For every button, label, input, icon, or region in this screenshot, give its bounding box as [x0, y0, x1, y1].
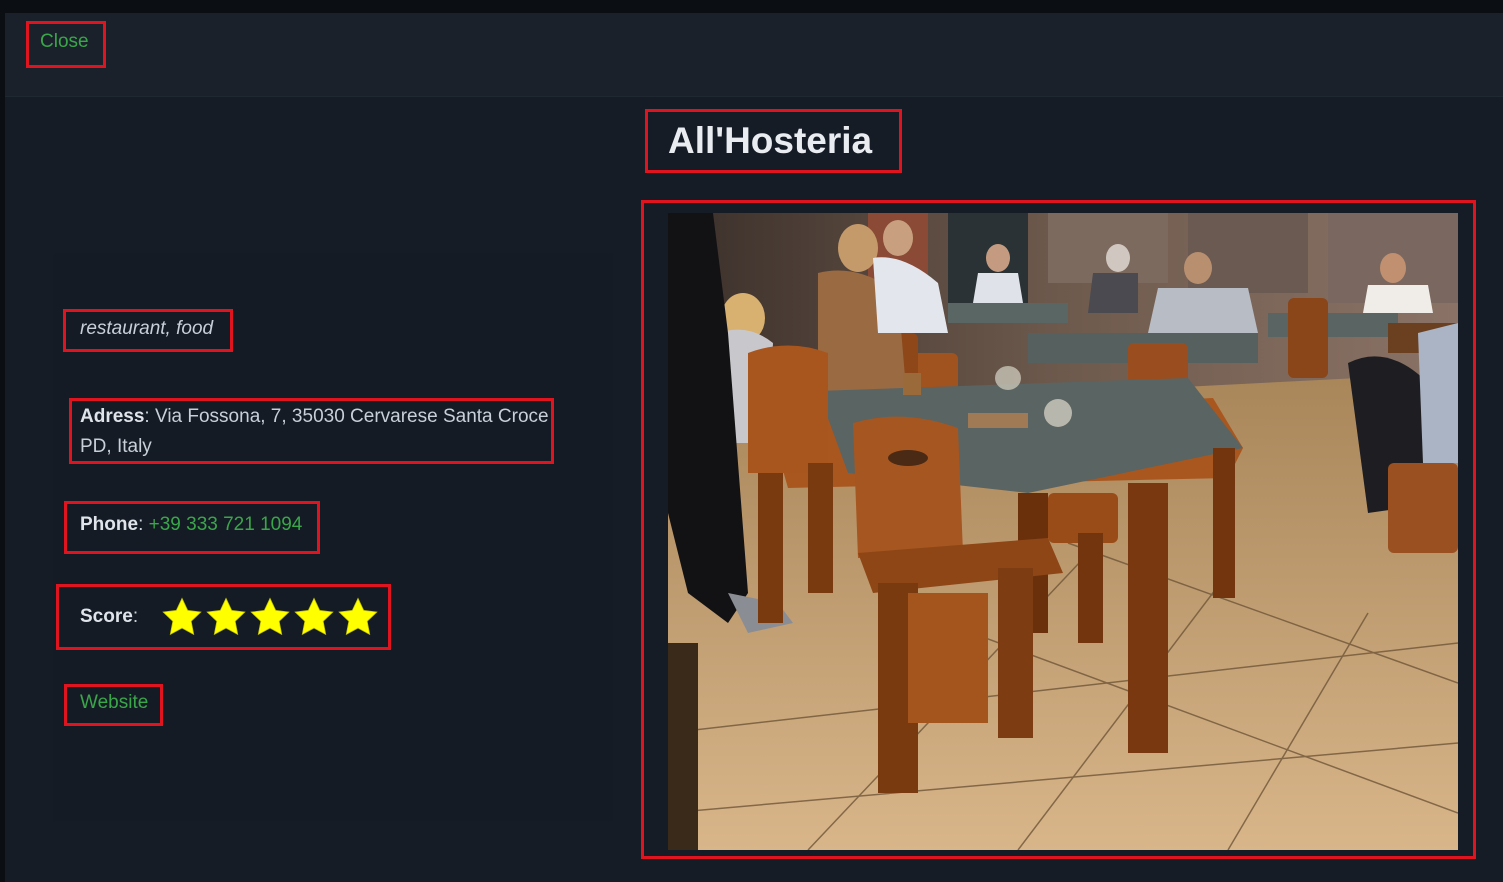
- place-categories: restaurant, food: [63, 309, 233, 352]
- score-label: Score: [80, 606, 133, 627]
- phone-label: Phone: [80, 514, 139, 535]
- star-icon: [250, 597, 290, 636]
- close-label[interactable]: Close: [40, 31, 89, 52]
- phone-link[interactable]: +39 333 721 1094: [149, 514, 303, 535]
- close-button[interactable]: Close: [26, 21, 106, 68]
- address-value: Via Fossona, 7, 35030 Cervarese Santa Cr…: [80, 406, 549, 457]
- star-icon: [338, 597, 378, 636]
- star-icon: [206, 597, 246, 636]
- address-label: Adress: [80, 406, 145, 427]
- modal-header: [5, 13, 1503, 97]
- star-rating: [160, 595, 380, 639]
- star-icon: [162, 597, 202, 636]
- place-phone: Phone: +39 333 721 1094: [64, 501, 320, 554]
- place-score: Score:: [56, 584, 391, 650]
- place-address: Adress: Via Fossona, 7, 35030 Cervarese …: [69, 398, 554, 464]
- website-link[interactable]: Website: [64, 684, 163, 726]
- place-title: All'Hosteria: [645, 109, 902, 173]
- restaurant-photo: [668, 213, 1458, 850]
- star-icon: [294, 597, 334, 636]
- website-label[interactable]: Website: [80, 692, 148, 713]
- photo-frame: [641, 200, 1476, 859]
